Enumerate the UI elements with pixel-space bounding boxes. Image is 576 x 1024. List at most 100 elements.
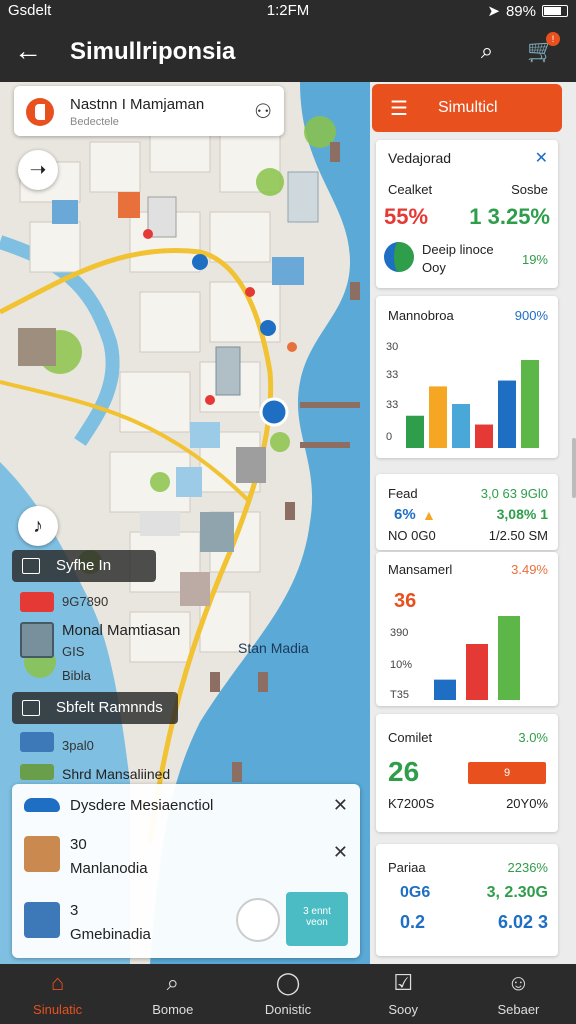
place-row-2[interactable]: 30 Manlanodia ✕ bbox=[12, 830, 360, 886]
card6-left-value1: 0G6 bbox=[400, 884, 431, 901]
tick-label: 30 bbox=[386, 341, 398, 353]
nav-search[interactable]: ⌕ Bomoe bbox=[115, 964, 230, 1024]
brand-logo-icon bbox=[26, 98, 54, 126]
panel-title: Simulticl bbox=[438, 99, 498, 116]
panel-scrollbar[interactable] bbox=[572, 438, 576, 498]
audio-button[interactable]: ♪ bbox=[18, 506, 58, 546]
nav-home[interactable]: ⌂ Sinulatic bbox=[0, 964, 115, 1024]
nav-chat-label: Donistic bbox=[264, 1002, 312, 1017]
stats-card-6[interactable]: Pariaa 2236% 0G6 3, 2.30G 0.2 6.02 3 bbox=[376, 844, 558, 956]
place-search-card[interactable]: Nastnn I Mamjaman Bedectele ⚇ bbox=[14, 86, 284, 136]
chart-bar bbox=[498, 380, 516, 448]
card1-right-value: 1 3.25% bbox=[469, 204, 550, 229]
card3-right-label: 3,0 63 9Gl0 bbox=[480, 486, 548, 501]
share-icon[interactable]: ⚇ bbox=[254, 99, 272, 124]
stats-card-3[interactable]: Fead 3,0 63 9Gl0 6% ▲ 3,08% 1 NO 0G0 1/2… bbox=[376, 474, 558, 550]
card6-title: Pariaa bbox=[388, 860, 426, 875]
chart-bar bbox=[452, 404, 470, 448]
tick-label: 390 bbox=[390, 627, 408, 639]
card3-left-value: 6% bbox=[394, 506, 416, 523]
map-row3-value: 3pal0 bbox=[62, 738, 94, 753]
close-icon[interactable]: ✕ bbox=[535, 148, 548, 168]
navigate-arrow-button[interactable]: ➝ bbox=[18, 150, 58, 190]
layer-tag-1[interactable]: Syfhe In bbox=[12, 550, 156, 582]
card6-left-value2: 0.2 bbox=[400, 912, 426, 932]
place-subtitle: Bedectele bbox=[70, 116, 119, 128]
layer-tag-2-label: Sbfelt Ramnnds bbox=[56, 699, 163, 716]
close-icon[interactable]: ✕ bbox=[333, 795, 348, 816]
card2-title: Mannobroa bbox=[388, 308, 454, 323]
nav-clipboard[interactable]: ☑ Sooy bbox=[346, 964, 461, 1024]
nav-chat[interactable]: ◯ Donistic bbox=[230, 964, 345, 1024]
card1-row-value: 19% bbox=[521, 252, 548, 267]
nav-clipboard-label: Sooy bbox=[388, 1002, 419, 1017]
home-icon: ⌂ bbox=[50, 970, 65, 995]
notification-badge: ! bbox=[546, 32, 560, 46]
close-icon[interactable]: ✕ bbox=[333, 842, 348, 863]
card1-row-line1: Deeip linoce bbox=[422, 242, 494, 257]
map-row2-title: Monal Mamtiasan bbox=[62, 622, 181, 639]
card2-value: 900% bbox=[514, 308, 548, 323]
card3-left-label: Fead bbox=[388, 486, 418, 501]
card4-title: Mansamerl bbox=[388, 562, 453, 577]
ticket-icon bbox=[20, 764, 54, 780]
card2-bar-chart: 30 33 33 0 bbox=[386, 341, 539, 448]
nav-profile-label: Sebaer bbox=[497, 1002, 540, 1017]
card5-bar: 9 bbox=[468, 762, 546, 784]
battery-pack-icon bbox=[20, 732, 54, 752]
stats-card-1[interactable]: Vedajorad ✕ Cealket Sosbe 55% 1 3.25% De… bbox=[376, 140, 558, 288]
place-row-1-label: Dysdere Mesiaenctiol bbox=[70, 797, 214, 814]
red-car-icon bbox=[20, 592, 54, 612]
map-row1-value: 9G7890 bbox=[62, 594, 109, 609]
chart-bar bbox=[429, 386, 447, 448]
car-icon bbox=[24, 798, 60, 812]
place-photo-icon bbox=[24, 836, 60, 872]
place-row-3-value: 3 bbox=[70, 902, 79, 919]
stats-card-4[interactable]: Mansamerl 3.49% 36 390 10% T35 bbox=[376, 552, 558, 706]
nav-home-label: Sinulatic bbox=[33, 1002, 83, 1017]
layer-tag-2[interactable]: Sbfelt Ramnnds bbox=[12, 692, 178, 724]
chart-bar bbox=[466, 644, 488, 700]
globe-icon bbox=[384, 242, 414, 272]
menu-icon[interactable]: ☰ bbox=[390, 96, 408, 121]
bottom-navigation: ⌂ Sinulatic ⌕ Bomoe ◯ Donistic ☑ Sooy ☺ … bbox=[0, 964, 576, 1024]
atm-machine-icon bbox=[20, 622, 54, 658]
card5-right-sub: 20Y0% bbox=[506, 796, 548, 811]
stats-card-5[interactable]: Comilet 3.0% 26 9 K7200S 20Y0% bbox=[376, 714, 558, 832]
card5-title: Comilet bbox=[388, 730, 433, 745]
cart-icon[interactable]: 🛒! bbox=[526, 32, 560, 66]
tick-label: 33 bbox=[386, 369, 398, 381]
card6-right-value2: 6.02 3 bbox=[497, 912, 548, 932]
card5-left-sub: K7200S bbox=[388, 796, 435, 811]
chat-icon: ◯ bbox=[275, 970, 301, 995]
tick-label: 10% bbox=[390, 659, 412, 671]
action-button-line2: veon bbox=[306, 917, 328, 928]
map-row2-sub1: GIS bbox=[62, 644, 85, 659]
nav-search-label: Bomoe bbox=[152, 1002, 194, 1017]
map-row2-sub2: Bibla bbox=[62, 668, 91, 683]
place-photo-icon bbox=[24, 902, 60, 938]
water-label: Stan Madia bbox=[238, 640, 309, 656]
card4-bar-chart: 390 10% T35 bbox=[390, 616, 520, 701]
stats-card-2[interactable]: Mannobroa 900% 30 33 33 0 bbox=[376, 296, 558, 458]
chart-bar bbox=[406, 415, 424, 448]
card1-left-label: Cealket bbox=[388, 182, 433, 197]
card1-title: Vedajorad bbox=[388, 150, 452, 166]
place-row-2-value: 30 bbox=[70, 836, 87, 853]
place-list-card: Dysdere Mesiaenctiol ✕ 30 Manlanodia ✕ 3… bbox=[12, 784, 360, 958]
card1-row-line2: Ooy bbox=[422, 260, 446, 275]
place-name: Nastnn I Mamjaman bbox=[70, 96, 205, 113]
place-row-2-label: Manlanodia bbox=[70, 860, 148, 877]
nav-profile[interactable]: ☺ Sebaer bbox=[461, 964, 576, 1024]
action-button[interactable]: 3 ennt veon bbox=[286, 892, 348, 946]
chart-bar bbox=[475, 424, 493, 448]
battery-icon bbox=[542, 5, 568, 17]
location-arrow-icon: ➤ bbox=[487, 3, 500, 20]
clipboard-icon: ☑ bbox=[393, 970, 414, 995]
place-row-1[interactable]: Dysdere Mesiaenctiol ✕ bbox=[12, 784, 360, 828]
card6-right-value1: 3, 2.30G bbox=[486, 884, 548, 901]
action-button-line1: 3 ennt bbox=[303, 906, 331, 917]
search-location-icon[interactable]: ⌕ bbox=[472, 36, 502, 66]
chart-box-icon bbox=[22, 558, 40, 574]
back-arrow-icon[interactable]: ← bbox=[14, 36, 46, 68]
